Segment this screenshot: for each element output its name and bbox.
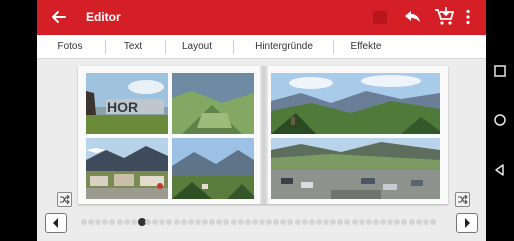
tab-divider xyxy=(105,40,106,54)
page-dot[interactable] xyxy=(251,219,258,225)
page-dot[interactable] xyxy=(323,219,330,225)
shuffle-left-icon[interactable] xyxy=(57,192,72,207)
page-dot[interactable] xyxy=(394,219,401,225)
page-dot[interactable] xyxy=(159,219,166,225)
page-dot[interactable] xyxy=(287,219,294,225)
page-dot[interactable] xyxy=(365,219,372,225)
page-dot[interactable] xyxy=(109,219,116,225)
top-app-bar: Editor xyxy=(37,0,486,35)
page-dot[interactable] xyxy=(194,219,201,225)
page-dot[interactable] xyxy=(102,219,109,225)
page-dot[interactable] xyxy=(401,219,408,225)
page-dot[interactable] xyxy=(330,219,337,225)
page-dot[interactable] xyxy=(259,219,265,225)
cart-icon[interactable] xyxy=(433,5,455,27)
page-dot[interactable] xyxy=(230,219,237,225)
page-dot[interactable] xyxy=(223,219,230,225)
town-photo[interactable] xyxy=(86,138,168,199)
page-dot[interactable] xyxy=(173,219,180,225)
page-dot[interactable] xyxy=(180,219,187,225)
page-dots xyxy=(81,218,441,227)
page-dot[interactable] xyxy=(244,219,251,225)
page-dot[interactable] xyxy=(380,219,387,225)
page-dot[interactable] xyxy=(280,219,287,225)
page-navigator xyxy=(37,207,486,241)
previous-page-button[interactable] xyxy=(45,213,67,233)
square-icon[interactable] xyxy=(492,63,508,79)
tab-hintergruende[interactable]: Hintergründe xyxy=(239,35,329,59)
next-page-button[interactable] xyxy=(456,213,478,233)
tab-bar: Fotos Text Layout Hintergründe Effekte xyxy=(37,35,486,59)
tab-divider xyxy=(233,40,234,54)
book-spine xyxy=(260,66,268,204)
page-dot[interactable] xyxy=(130,219,137,225)
undo-icon[interactable] xyxy=(402,8,422,26)
tab-effekte[interactable]: Effekte xyxy=(337,35,395,59)
more-vert-icon[interactable] xyxy=(465,9,471,25)
page-dot[interactable] xyxy=(415,219,422,225)
page-dot[interactable] xyxy=(429,219,436,225)
chevron-right-icon xyxy=(465,218,470,228)
page-dot[interactable] xyxy=(422,219,429,225)
page-dot[interactable] xyxy=(294,219,301,225)
sign-photo[interactable]: HOR xyxy=(86,73,168,134)
tab-layout[interactable]: Layout xyxy=(172,35,222,59)
page-dot[interactable] xyxy=(202,219,209,225)
page-dot[interactable] xyxy=(95,219,102,225)
photo-book-spread: HOR xyxy=(78,66,448,204)
sign-text: HOR xyxy=(107,99,138,115)
tab-text[interactable]: Text xyxy=(109,35,157,59)
page-dot[interactable] xyxy=(81,219,87,225)
page-dot[interactable] xyxy=(123,219,130,225)
page-dot[interactable] xyxy=(273,219,280,225)
mountain-panorama-photo[interactable] xyxy=(271,73,440,134)
page-dot[interactable] xyxy=(301,219,308,225)
mountain-village-photo[interactable] xyxy=(172,138,254,199)
parking-lot-photo[interactable] xyxy=(271,138,440,199)
page-dot[interactable] xyxy=(187,219,194,225)
triangle-icon[interactable] xyxy=(492,162,508,178)
system-navigation-bar xyxy=(486,0,514,241)
page-dot[interactable] xyxy=(266,219,273,225)
page-dot[interactable] xyxy=(387,219,394,225)
page-dot[interactable] xyxy=(315,219,322,225)
page-dot[interactable] xyxy=(216,219,223,225)
editor-canvas: HOR xyxy=(37,59,486,207)
page-dot[interactable] xyxy=(237,219,244,225)
left-bezel xyxy=(0,0,37,241)
page-dot[interactable] xyxy=(308,219,315,225)
page-dot[interactable] xyxy=(88,219,95,225)
tab-fotos[interactable]: Fotos xyxy=(45,35,95,59)
page-dot[interactable] xyxy=(351,219,358,225)
chevron-left-icon xyxy=(53,218,58,228)
page-dot[interactable] xyxy=(145,219,152,225)
page-dot[interactable] xyxy=(358,219,365,225)
back-arrow-icon[interactable] xyxy=(49,7,69,27)
app-window: Editor Fotos Text Layout Hintergründe Ef… xyxy=(37,0,486,241)
page-dot[interactable] xyxy=(344,219,351,225)
page-dot[interactable] xyxy=(152,219,159,225)
tab-divider xyxy=(333,40,334,54)
page-dot[interactable] xyxy=(209,219,216,225)
shuffle-right-icon[interactable] xyxy=(455,192,470,207)
screen-title: Editor xyxy=(86,10,121,24)
circle-icon[interactable] xyxy=(492,112,508,128)
tab-divider xyxy=(165,40,166,54)
page-dot[interactable] xyxy=(166,219,173,225)
stop-icon[interactable] xyxy=(373,11,387,24)
page-dot[interactable] xyxy=(372,219,379,225)
page-dot[interactable] xyxy=(116,219,123,225)
page-dot[interactable] xyxy=(408,219,415,225)
page-dot[interactable] xyxy=(337,219,344,225)
valley-photo[interactable] xyxy=(172,73,254,134)
